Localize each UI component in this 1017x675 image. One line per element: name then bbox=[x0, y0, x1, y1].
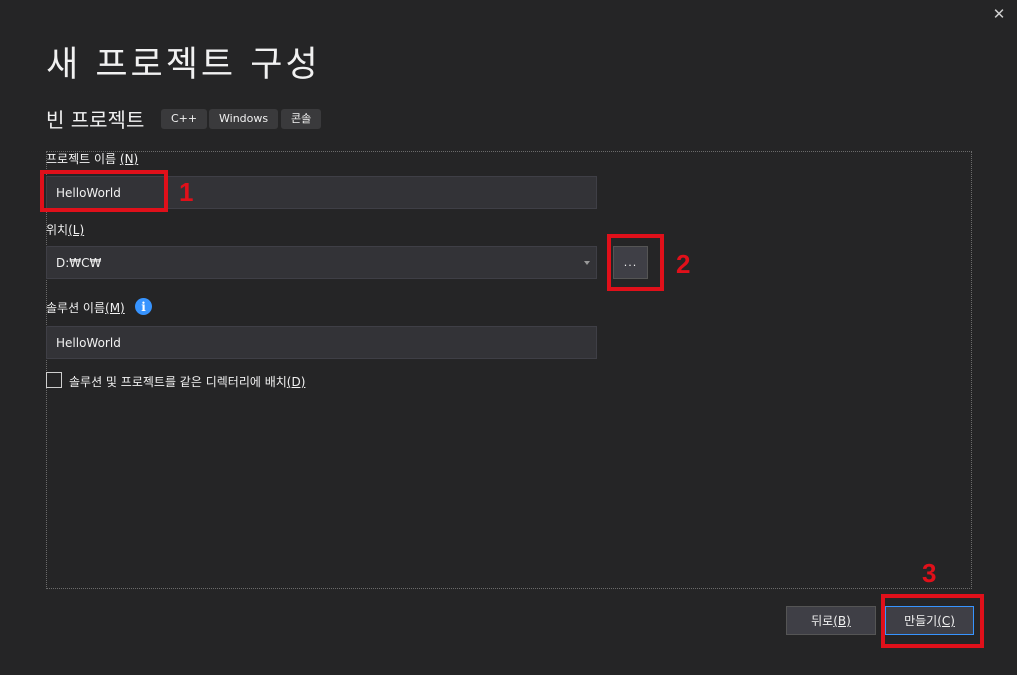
chevron-down-icon[interactable] bbox=[584, 261, 590, 265]
tag-language: C++ bbox=[161, 109, 208, 129]
location-label: 위치(L) bbox=[46, 223, 85, 237]
annotation-box-2 bbox=[607, 234, 664, 291]
solution-name-input[interactable]: HelloWorld bbox=[46, 326, 597, 359]
back-button[interactable]: 뒤로 (B) bbox=[786, 606, 876, 635]
same-directory-checkbox[interactable] bbox=[46, 372, 62, 388]
same-directory-label[interactable]: 솔루션 및 프로젝트를 같은 디렉터리에 배치(D) bbox=[69, 373, 305, 390]
annotation-number-3: 3 bbox=[922, 558, 937, 588]
tag-platform: Windows bbox=[209, 109, 279, 129]
annotation-box-1 bbox=[40, 170, 168, 212]
template-name: 빈 프로젝트 bbox=[46, 108, 145, 132]
annotation-box-3 bbox=[881, 594, 984, 648]
solution-name-label: 솔루션 이름(M) bbox=[46, 301, 125, 315]
info-icon[interactable]: i bbox=[135, 298, 152, 315]
project-name-label: 프로젝트 이름 (N) bbox=[46, 152, 139, 166]
annotation-number-2: 2 bbox=[676, 249, 691, 279]
annotation-number-1: 1 bbox=[179, 177, 194, 207]
page-title: 새 프로젝트 구성 bbox=[46, 45, 321, 85]
tag-project-type: 콘솔 bbox=[281, 109, 322, 129]
location-combobox[interactable]: D:₩C₩ bbox=[46, 246, 597, 279]
form-panel bbox=[46, 151, 972, 589]
close-icon[interactable]: ✕ bbox=[986, 2, 1012, 26]
